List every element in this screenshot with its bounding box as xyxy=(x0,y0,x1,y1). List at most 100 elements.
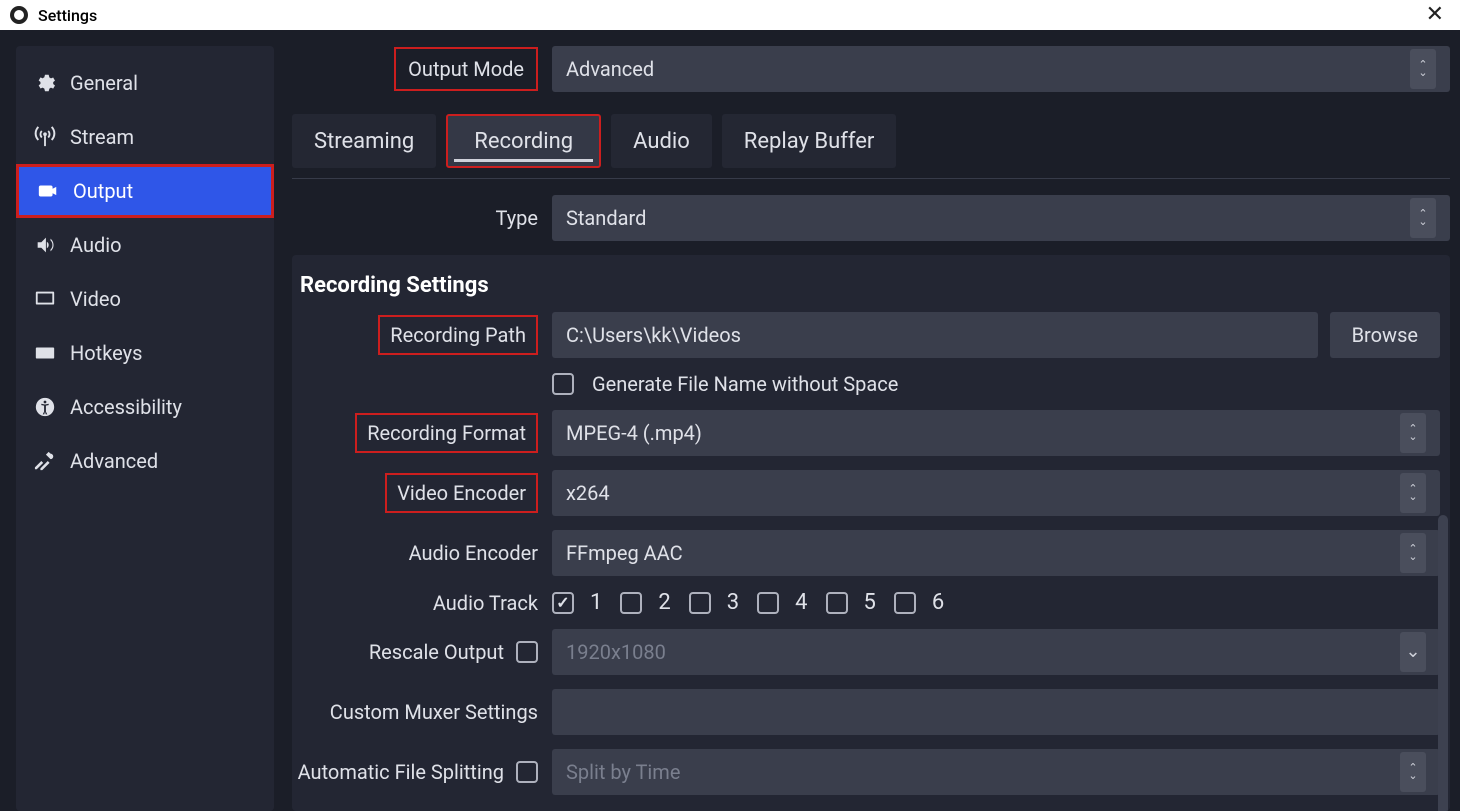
rescale-checkbox[interactable] xyxy=(516,641,538,663)
type-label: Type xyxy=(495,206,538,230)
rescale-output-value: 1920x1080 xyxy=(566,640,666,664)
browse-button[interactable]: Browse xyxy=(1330,312,1440,358)
split-label: Automatic File Splitting xyxy=(298,760,504,784)
sidebar-item-advanced[interactable]: Advanced xyxy=(16,434,274,488)
sidebar-item-audio[interactable]: Audio xyxy=(16,218,274,272)
track-num: 1 xyxy=(590,590,602,615)
sidebar-item-accessibility[interactable]: Accessibility xyxy=(16,380,274,434)
sidebar-item-hotkeys[interactable]: Hotkeys xyxy=(16,326,274,380)
sidebar-item-label: Hotkeys xyxy=(70,341,142,365)
type-select[interactable]: Standard xyxy=(552,195,1450,241)
checkbox-icon xyxy=(689,592,711,614)
scrollbar-thumb[interactable] xyxy=(1438,515,1448,811)
tab-replay-buffer[interactable]: Replay Buffer xyxy=(722,114,897,168)
dropdown-spinner-icon xyxy=(1410,198,1436,238)
audio-track-4[interactable]: 4 xyxy=(757,590,807,615)
rescale-output-row: Rescale Output 1920x1080 xyxy=(292,629,1440,675)
gen-filename-row: Generate File Name without Space xyxy=(292,372,1440,396)
audio-encoder-row: Audio Encoder FFmpeg AAC xyxy=(292,530,1440,576)
video-encoder-row: Video Encoder x264 xyxy=(292,470,1440,516)
dropdown-spinner-icon xyxy=(1410,49,1436,89)
tools-icon xyxy=(34,450,56,472)
muxer-input[interactable] xyxy=(552,689,1440,735)
output-mode-row: Output Mode Advanced xyxy=(292,46,1450,92)
audio-track-6[interactable]: 6 xyxy=(894,590,944,615)
accessibility-icon xyxy=(34,396,56,418)
content-area: Output Mode Advanced Streaming Recording… xyxy=(292,46,1450,811)
output-mode-select[interactable]: Advanced xyxy=(552,46,1450,92)
audio-track-3[interactable]: 3 xyxy=(689,590,739,615)
recording-settings-panel: Recording Settings Recording Path C:\Use… xyxy=(292,255,1450,811)
camera-icon xyxy=(37,180,59,202)
audio-track-row: Audio Track 1 2 3 4 5 6 xyxy=(292,590,1440,615)
sidebar-item-general[interactable]: General xyxy=(16,56,274,110)
sidebar-item-label: Video xyxy=(70,287,121,311)
output-mode-label: Output Mode xyxy=(394,47,538,91)
recording-path-input[interactable]: C:\Users\kk\Videos xyxy=(552,312,1318,358)
recording-format-row: Recording Format MPEG-4 (.mp4) xyxy=(292,410,1440,456)
speaker-icon xyxy=(34,234,56,256)
checkbox-icon xyxy=(552,592,574,614)
sidebar-item-stream[interactable]: Stream xyxy=(16,110,274,164)
tabs-divider xyxy=(292,178,1450,179)
checkbox-icon xyxy=(552,373,574,395)
tab-audio[interactable]: Audio xyxy=(611,114,712,168)
chevron-down-icon xyxy=(1400,632,1426,672)
audio-encoder-select[interactable]: FFmpeg AAC xyxy=(552,530,1440,576)
sidebar: General Stream Output Audio Video Hotkey… xyxy=(16,46,274,811)
recording-format-label: Recording Format xyxy=(355,413,538,453)
output-tabs: Streaming Recording Audio Replay Buffer xyxy=(292,114,1450,168)
audio-encoder-label: Audio Encoder xyxy=(409,541,538,565)
sidebar-item-label: Stream xyxy=(70,125,134,149)
checkbox-icon xyxy=(894,592,916,614)
track-num: 3 xyxy=(727,590,739,615)
tab-label: Recording xyxy=(474,129,573,154)
type-row: Type Standard xyxy=(292,195,1450,241)
audio-track-5[interactable]: 5 xyxy=(826,590,876,615)
recording-format-select[interactable]: MPEG-4 (.mp4) xyxy=(552,410,1440,456)
tab-label: Replay Buffer xyxy=(744,129,875,154)
sidebar-item-output[interactable]: Output xyxy=(16,164,274,218)
recording-path-row: Recording Path C:\Users\kk\Videos Browse xyxy=(292,312,1440,358)
video-encoder-value: x264 xyxy=(566,481,610,505)
audio-track-label: Audio Track xyxy=(433,591,538,615)
gen-filename-checkbox[interactable]: Generate File Name without Space xyxy=(552,372,1440,396)
keyboard-icon xyxy=(34,342,56,364)
video-encoder-label: Video Encoder xyxy=(385,473,538,513)
rescale-output-label: Rescale Output xyxy=(369,640,504,664)
tab-label: Streaming xyxy=(314,129,414,154)
window-title: Settings xyxy=(38,6,97,25)
window-titlebar: Settings ✕ xyxy=(0,0,1460,30)
output-mode-value: Advanced xyxy=(566,57,654,81)
sidebar-item-label: Output xyxy=(73,179,133,203)
monitor-icon xyxy=(34,288,56,310)
app-body: General Stream Output Audio Video Hotkey… xyxy=(0,30,1460,811)
audio-track-1[interactable]: 1 xyxy=(552,590,602,615)
type-value: Standard xyxy=(566,206,646,230)
dropdown-spinner-icon xyxy=(1400,413,1426,453)
tab-streaming[interactable]: Streaming xyxy=(292,114,436,168)
recording-format-value: MPEG-4 (.mp4) xyxy=(566,421,702,445)
gear-icon xyxy=(34,72,56,94)
sidebar-item-label: Advanced xyxy=(70,449,158,473)
dropdown-spinner-icon xyxy=(1400,473,1426,513)
track-num: 4 xyxy=(795,590,807,615)
audio-track-group: 1 2 3 4 5 6 xyxy=(552,590,1440,615)
sidebar-item-label: General xyxy=(70,71,138,95)
recording-settings-title: Recording Settings xyxy=(300,273,1440,298)
tab-recording[interactable]: Recording xyxy=(446,114,601,168)
browse-label: Browse xyxy=(1352,323,1418,347)
sidebar-item-video[interactable]: Video xyxy=(16,272,274,326)
dropdown-spinner-icon xyxy=(1400,752,1426,792)
close-icon[interactable]: ✕ xyxy=(1420,4,1450,26)
track-num: 2 xyxy=(658,590,670,615)
sidebar-item-label: Accessibility xyxy=(70,395,182,419)
split-select[interactable]: Split by Time xyxy=(552,749,1440,795)
rescale-output-select[interactable]: 1920x1080 xyxy=(552,629,1440,675)
split-checkbox[interactable] xyxy=(516,761,538,783)
audio-track-2[interactable]: 2 xyxy=(620,590,670,615)
sidebar-item-label: Audio xyxy=(70,233,122,257)
track-num: 5 xyxy=(864,590,876,615)
video-encoder-select[interactable]: x264 xyxy=(552,470,1440,516)
muxer-row: Custom Muxer Settings xyxy=(292,689,1440,735)
